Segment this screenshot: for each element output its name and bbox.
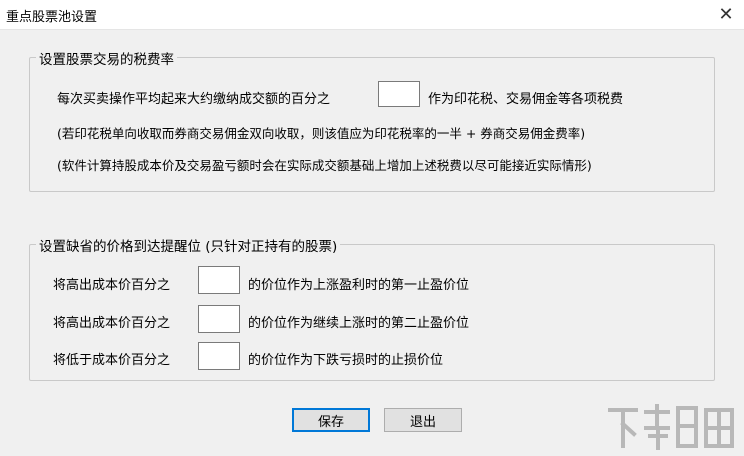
tax-rate-note-2: (软件计算持股成本价及交易盈亏额时会在实际成交额基础上增加上述税费以尽可能接近实… [57,158,592,173]
tax-rate-note-1: (若印花税单向收取而券商交易佣金双向收取，则该值应为印花税率的一半 + 券商交易… [57,126,586,141]
alert-row-1-prefix: 将高出成本价百分之 [53,278,171,293]
tax-rate-group-legend: 设置股票交易的税费率 [36,48,177,68]
alert-row-2-prefix: 将高出成本价百分之 [53,316,171,331]
tax-rate-input[interactable] [378,81,420,107]
price-alert-group-legend: 设置缺省的价格到达提醒位 (只针对正持有的股票) [36,235,341,255]
save-button[interactable]: 保存 [292,408,370,432]
take-profit-1-input[interactable] [198,266,240,294]
price-alert-group: 设置缺省的价格到达提醒位 (只针对正持有的股票) 将高出成本价百分之 的价位作为… [29,235,715,381]
alert-row-1-suffix: 的价位作为上涨盈利时的第一止盈价位 [248,278,470,293]
xiazaiba-watermark-icon [608,404,734,450]
take-profit-2-input[interactable] [198,305,240,333]
alert-row-3-suffix: 的价位作为下跌亏损时的止损价位 [248,353,444,368]
title-bar: 重点股票池设置 ✕ [0,0,744,30]
tax-rate-label-suffix: 作为印花税、交易佣金等各项税费 [428,92,624,107]
exit-button[interactable]: 退出 [384,408,462,432]
tax-rate-label-prefix: 每次买卖操作平均起来大约缴纳成交额的百分之 [57,92,331,107]
close-icon[interactable]: ✕ [708,0,744,29]
tax-rate-group: 设置股票交易的税费率 每次买卖操作平均起来大约缴纳成交额的百分之 作为印花税、交… [29,48,715,192]
window-title: 重点股票池设置 [6,10,98,25]
stop-loss-input[interactable] [198,342,240,370]
alert-row-3-prefix: 将低于成本价百分之 [53,353,171,368]
alert-row-2-suffix: 的价位作为继续上涨时的第二止盈价位 [248,316,470,331]
